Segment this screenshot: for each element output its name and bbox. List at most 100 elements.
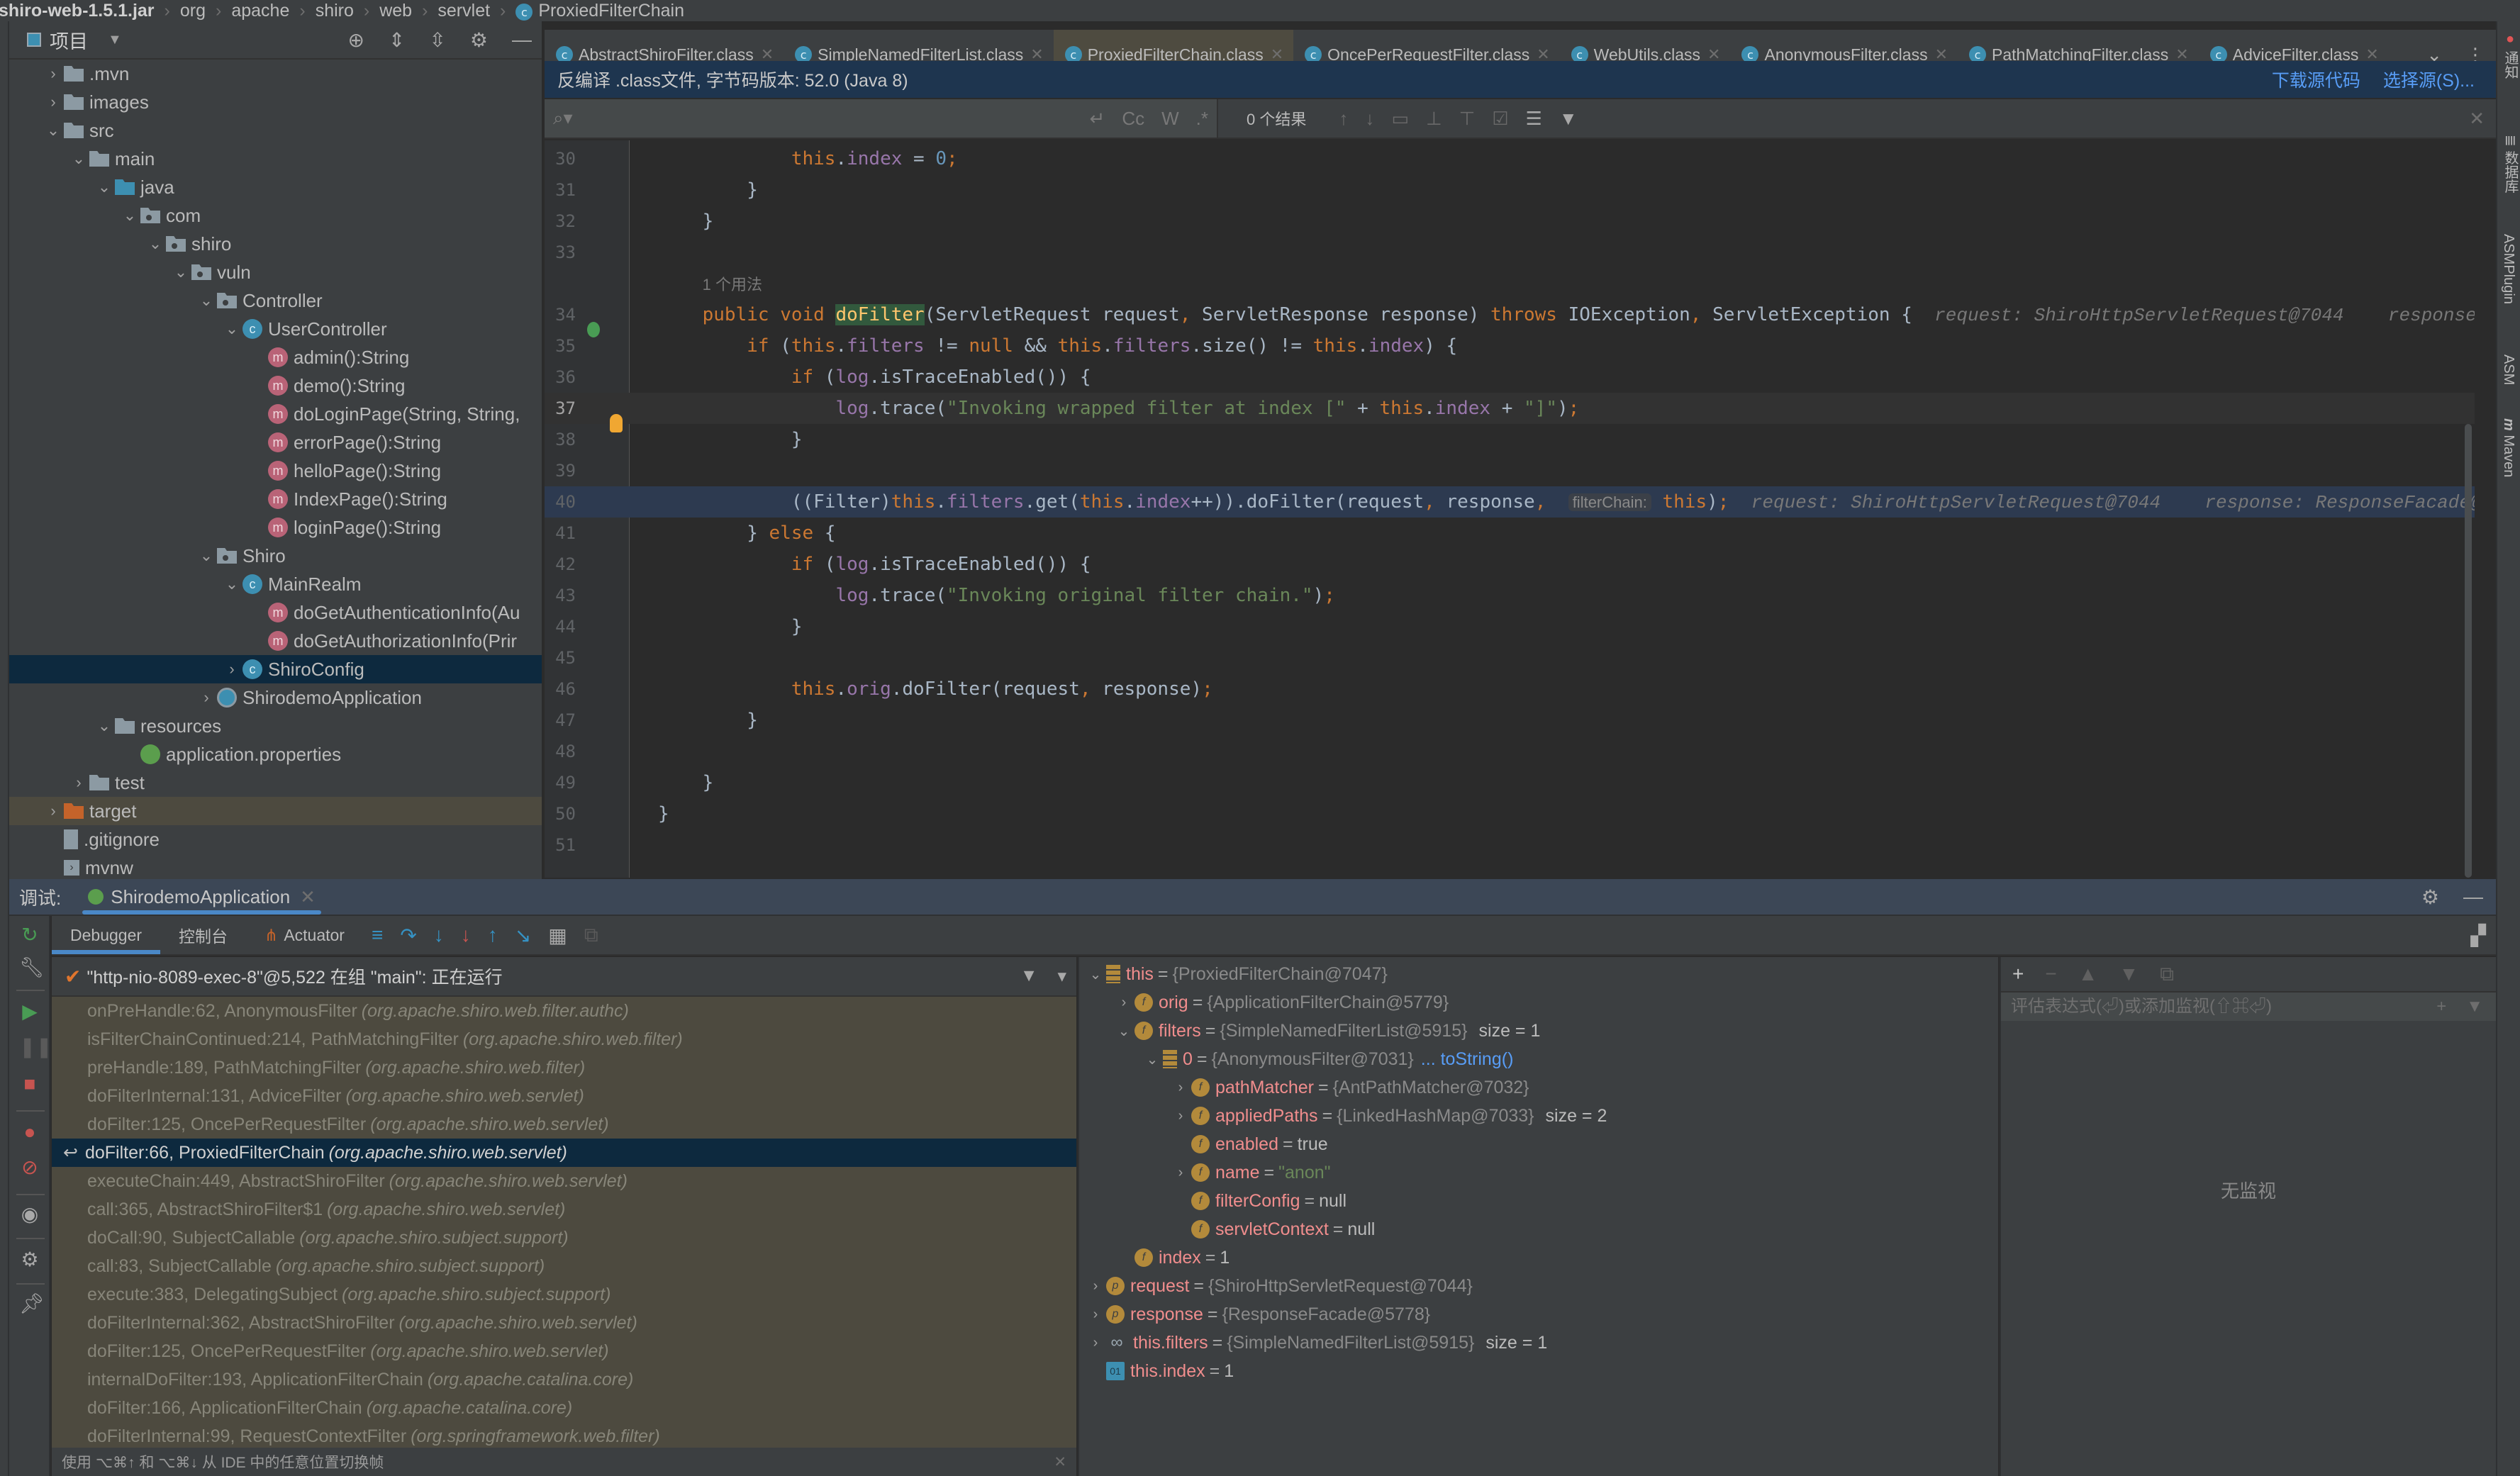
- whole-words-toggle[interactable]: W: [1161, 108, 1179, 130]
- minimize-icon[interactable]: —: [2463, 885, 2483, 909]
- code-line[interactable]: 51: [545, 829, 2475, 861]
- step-into-icon[interactable]: ↓: [434, 924, 444, 946]
- chevron-right-icon[interactable]: ›: [221, 660, 242, 678]
- line-number[interactable]: 42: [545, 554, 580, 574]
- tree-item[interactable]: ›mloginPage():String: [0, 513, 542, 542]
- variable-row[interactable]: › p request = {ShiroHttpServletRequest@7044}: [1079, 1272, 1998, 1300]
- camera-icon[interactable]: ◉: [19, 1204, 40, 1225]
- code-line[interactable]: 33: [545, 237, 2475, 268]
- filter-icon[interactable]: ▼: [1020, 966, 1038, 987]
- chevron-right-icon[interactable]: ›: [1170, 1165, 1191, 1181]
- breadcrumb-item[interactable]: shiro-web-1.5.1.jar: [0, 1, 159, 21]
- code-line[interactable]: 39: [545, 455, 2475, 486]
- code-line[interactable]: 41 } else {: [545, 518, 2475, 549]
- step-out-icon[interactable]: ↑: [488, 924, 498, 946]
- chevron-down-icon[interactable]: ⌄: [1113, 1022, 1134, 1040]
- search-icon[interactable]: ⌕▾: [553, 107, 573, 130]
- variable-row[interactable]: ›findex=1: [1079, 1243, 1998, 1272]
- asm-tool[interactable]: ASM: [2500, 354, 2516, 385]
- stack-frame[interactable]: doCall:90, SubjectCallable (org.apache.sh…: [52, 1224, 1076, 1252]
- stack-frame[interactable]: preHandle:189, PathMatchingFilter (org.ap…: [52, 1053, 1076, 1082]
- pause-icon[interactable]: ❚❚: [19, 1036, 52, 1058]
- usage-hint[interactable]: 1 个用法: [545, 268, 2475, 299]
- line-number[interactable]: 40: [545, 492, 580, 512]
- variable-row[interactable]: ›fservletContext=null: [1079, 1215, 1998, 1243]
- asmplugin-tool[interactable]: ASMPlugin: [2500, 234, 2516, 304]
- add-watch-icon[interactable]: +: [2012, 963, 2024, 985]
- tree-item[interactable]: ⌄ shiro: [0, 230, 542, 258]
- line-number[interactable]: 41: [545, 523, 580, 543]
- tab-console[interactable]: 控制台: [160, 916, 246, 954]
- code-line[interactable]: 38 }: [545, 424, 2475, 455]
- chevron-down-icon[interactable]: ⌄: [119, 206, 140, 225]
- tree-item[interactable]: › target: [0, 797, 542, 825]
- line-number[interactable]: 37: [545, 398, 580, 418]
- gear-icon[interactable]: ⚙: [470, 28, 488, 52]
- line-number[interactable]: 36: [545, 367, 580, 387]
- code-line[interactable]: 31 }: [545, 174, 2475, 206]
- mute-breakpoints-icon[interactable]: ⊘: [19, 1157, 40, 1178]
- variable-row[interactable]: › f name = "anon": [1079, 1158, 1998, 1187]
- tree-item[interactable]: ›mdemo():String: [0, 371, 542, 400]
- history-dropdown-icon[interactable]: ▼: [2466, 997, 2483, 1017]
- regex-toggle[interactable]: .*: [1196, 108, 1208, 130]
- code-editor[interactable]: 30 this.index = 0; 31 } 32 } 33 1 个用法 34 pub…: [545, 140, 2475, 878]
- chevron-down-icon[interactable]: ▾: [1057, 966, 1066, 987]
- stack-frame[interactable]: internalDoFilter:193, ApplicationFilterC…: [52, 1365, 1076, 1394]
- code-line[interactable]: 43 log.trace("Invoking original filter c…: [545, 580, 2475, 611]
- move-up-icon[interactable]: ▲: [2078, 963, 2098, 985]
- search-input[interactable]: [579, 108, 1081, 128]
- tree-item[interactable]: ⌄ java: [0, 173, 542, 201]
- chevron-down-icon[interactable]: ⌄: [1085, 966, 1106, 983]
- chevron-right-icon[interactable]: ›: [1113, 995, 1134, 1011]
- add-to-watches-icon[interactable]: +: [2436, 997, 2446, 1017]
- chevron-down-icon[interactable]: ▼: [108, 32, 122, 48]
- stack-frame[interactable]: doFilter:125, OncePerRequestFilter (org.a…: [52, 1110, 1076, 1139]
- tree-item[interactable]: › ShirodemoApplication: [0, 683, 542, 712]
- chevron-down-icon[interactable]: ⌄: [145, 235, 166, 253]
- chevron-right-icon[interactable]: ›: [1170, 1108, 1191, 1124]
- tree-item[interactable]: ›application.properties: [0, 740, 542, 768]
- tree-item[interactable]: ›mdoGetAuthorizationInfo(Prir: [0, 627, 542, 655]
- close-icon[interactable]: ✕: [300, 886, 316, 908]
- tree-item[interactable]: ›.gitignore: [0, 825, 542, 854]
- tree-item[interactable]: ⌄ Shiro: [0, 542, 542, 570]
- chevron-down-icon[interactable]: ⌄: [221, 575, 242, 593]
- wrench-icon[interactable]: 🔧︎: [19, 957, 45, 978]
- breadcrumb-item[interactable]: servlet: [433, 1, 494, 21]
- filter-icon[interactable]: ▼: [1559, 108, 1578, 130]
- code-line[interactable]: 37 log.trace("Invoking wrapped filter at…: [545, 393, 2475, 432]
- chevron-down-icon[interactable]: ⌄: [68, 150, 89, 168]
- line-number[interactable]: 49: [545, 773, 580, 793]
- expand-all-icon[interactable]: ⇕: [389, 28, 405, 52]
- chevron-down-icon[interactable]: ⌄: [170, 263, 191, 281]
- stack-frame[interactable]: executeChain:449, AbstractShiroFilter (or…: [52, 1167, 1076, 1195]
- tree-item[interactable]: ›merrorPage():String: [0, 428, 542, 457]
- code-line[interactable]: 34 public void doFilter(ServletRequest r…: [545, 299, 2475, 337]
- variable-row[interactable]: › f appliedPaths = {LinkedHashMap@7033} size …: [1079, 1102, 1998, 1130]
- tree-item[interactable]: ›mhelloPage():String: [0, 457, 542, 485]
- move-down-icon[interactable]: ▼: [2119, 963, 2139, 985]
- code-line[interactable]: 32 }: [545, 206, 2475, 237]
- tree-item[interactable]: ⌄ resources: [0, 712, 542, 740]
- line-number[interactable]: 30: [545, 149, 580, 169]
- chevron-down-icon[interactable]: ⌄: [94, 178, 115, 196]
- settings-icon[interactable]: ⚙: [19, 1249, 40, 1270]
- tree-item[interactable]: ⌄ main: [0, 145, 542, 173]
- code-line[interactable]: 30 this.index = 0;: [545, 143, 2475, 174]
- maven-tool[interactable]: m Maven: [2500, 418, 2516, 477]
- code-line[interactable]: 47 }: [545, 705, 2475, 736]
- project-view-selector[interactable]: 项目: [50, 26, 88, 54]
- stack-frame[interactable]: onPreHandle:62, AnonymousFilter (org.apac…: [52, 997, 1076, 1025]
- chevron-right-icon[interactable]: ›: [43, 93, 64, 111]
- chevron-down-icon[interactable]: ⌄: [221, 320, 242, 338]
- trace-stream-icon[interactable]: ⧉: [584, 924, 598, 947]
- breadcrumb-item[interactable]: c ProxiedFilterChain: [511, 1, 688, 21]
- thread-selector[interactable]: ✔ "http-nio-8089-exec-8"@5,522 在组 "main"…: [52, 957, 1076, 997]
- close-icon[interactable]: ✕: [2469, 108, 2485, 130]
- chevron-right-icon[interactable]: ›: [1085, 1335, 1106, 1351]
- code-line[interactable]: 36 if (log.isTraceEnabled()) {: [545, 362, 2475, 393]
- breadcrumb-item[interactable]: org: [176, 1, 210, 21]
- run-to-cursor-icon[interactable]: ↘: [515, 924, 531, 947]
- line-number[interactable]: 32: [545, 211, 580, 231]
